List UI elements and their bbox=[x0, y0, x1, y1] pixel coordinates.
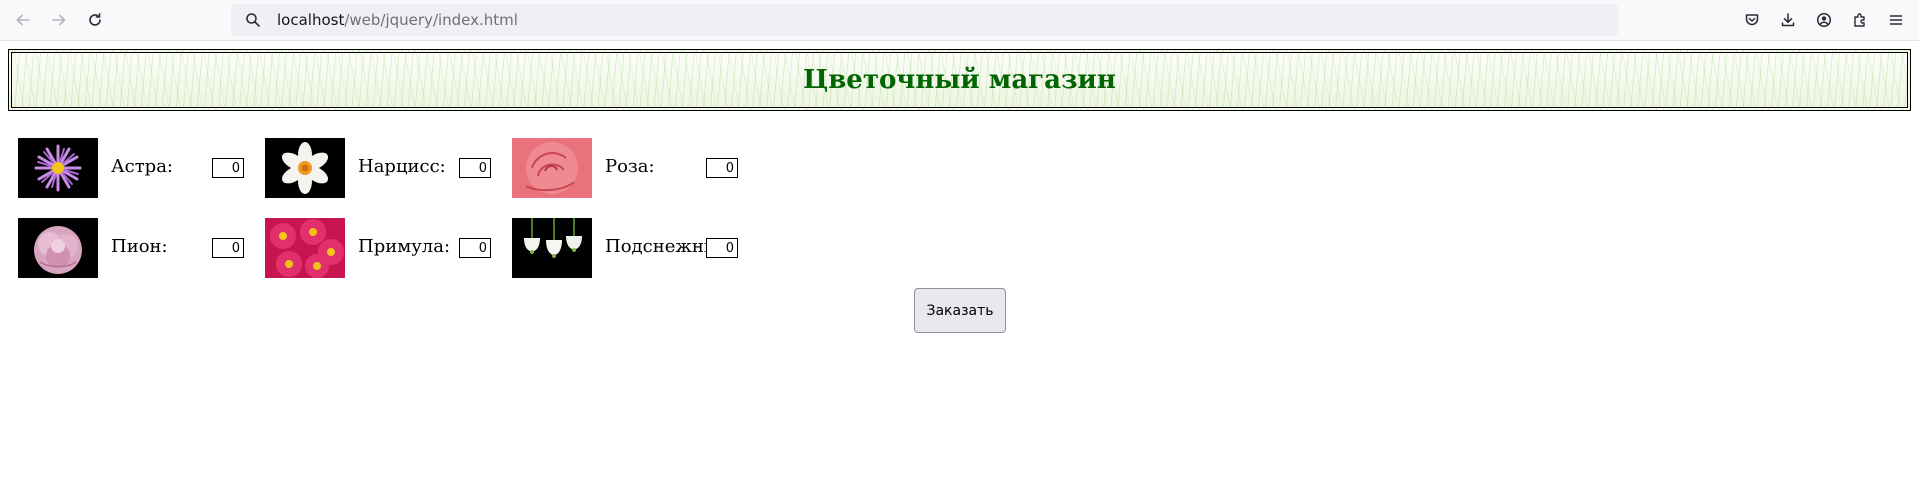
header-banner: Цветочный магазин bbox=[8, 49, 1911, 111]
page-title: Цветочный магазин bbox=[803, 65, 1116, 95]
narcissus-image bbox=[265, 138, 345, 198]
peony-quantity-input[interactable] bbox=[212, 238, 244, 258]
forward-arrow-icon[interactable] bbox=[47, 8, 71, 32]
flower-item-primula: Примула: bbox=[265, 218, 505, 278]
rose-quantity-input[interactable] bbox=[706, 158, 738, 178]
flower-item-snowdrop: Подснежник: bbox=[512, 218, 752, 278]
aster-image bbox=[18, 138, 98, 198]
url-path: /web/jquery/index.html bbox=[344, 11, 518, 29]
flower-label: Подснежник: bbox=[605, 236, 706, 257]
flower-item-aster: Астра: bbox=[18, 138, 258, 198]
flower-item-peony: Пион: bbox=[18, 218, 258, 278]
snowdrop-image bbox=[512, 218, 592, 278]
peony-image bbox=[18, 218, 98, 278]
snowdrop-quantity-input[interactable] bbox=[706, 238, 738, 258]
primula-quantity-input[interactable] bbox=[459, 238, 491, 258]
flower-item-narcissus: Нарцисс: bbox=[265, 138, 505, 198]
order-button[interactable]: Заказать bbox=[914, 288, 1006, 333]
url-host: localhost bbox=[277, 11, 345, 29]
reload-icon[interactable] bbox=[83, 8, 107, 32]
aster-quantity-input[interactable] bbox=[212, 158, 244, 178]
url-text[interactable]: localhost/web/jquery/index.html bbox=[277, 11, 518, 29]
primula-image bbox=[265, 218, 345, 278]
search-icon bbox=[246, 13, 260, 27]
pocket-icon[interactable] bbox=[1740, 8, 1764, 32]
narcissus-quantity-input[interactable] bbox=[459, 158, 491, 178]
menu-icon[interactable] bbox=[1884, 8, 1908, 32]
address-bar[interactable]: localhost/web/jquery/index.html bbox=[231, 4, 1618, 36]
page-content: Цветочный магазин Астра: 0 Нарцисс: 0 Ро… bbox=[0, 41, 1919, 478]
flower-item-rose: Роза: bbox=[512, 138, 752, 198]
download-icon[interactable] bbox=[1776, 8, 1800, 32]
extensions-icon[interactable] bbox=[1848, 8, 1872, 32]
browser-toolbar: localhost/web/jquery/index.html bbox=[0, 0, 1919, 41]
rose-image bbox=[512, 138, 592, 198]
back-arrow-icon[interactable] bbox=[11, 8, 35, 32]
account-icon[interactable] bbox=[1812, 8, 1836, 32]
